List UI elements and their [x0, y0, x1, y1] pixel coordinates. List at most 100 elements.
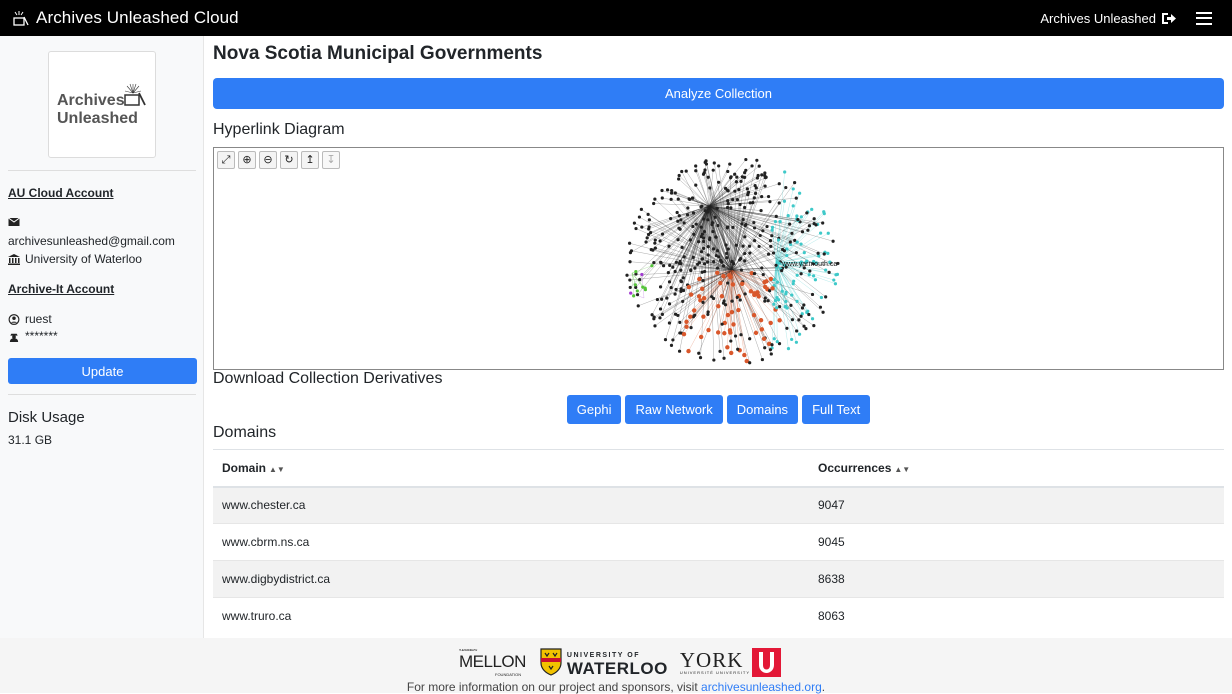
graph-node[interactable] — [668, 321, 671, 324]
graph-node[interactable] — [726, 199, 729, 202]
graph-node[interactable] — [755, 186, 758, 189]
graph-node[interactable] — [689, 292, 693, 296]
graph-node[interactable] — [759, 209, 762, 212]
graph-node[interactable] — [646, 236, 649, 239]
graph-node[interactable] — [803, 251, 806, 254]
graph-node[interactable] — [736, 348, 739, 351]
graph-node[interactable] — [744, 223, 747, 226]
graph-node[interactable] — [708, 236, 711, 239]
graph-node[interactable] — [743, 235, 746, 238]
graph-node[interactable] — [742, 353, 746, 357]
graph-node[interactable] — [776, 340, 779, 343]
graph-node[interactable] — [670, 286, 673, 289]
graph-node[interactable] — [688, 314, 692, 318]
graph-node[interactable] — [697, 294, 701, 298]
graph-node[interactable] — [671, 266, 674, 269]
graph-node[interactable] — [780, 269, 783, 272]
graph-node[interactable] — [702, 217, 705, 220]
graph-node[interactable] — [629, 286, 632, 289]
graph-node[interactable] — [805, 211, 808, 214]
graph-node[interactable] — [702, 173, 705, 176]
graph-node[interactable] — [702, 247, 705, 250]
graph-node[interactable] — [661, 196, 664, 199]
graph-node[interactable] — [693, 314, 696, 317]
graph-node[interactable] — [717, 255, 720, 258]
graph-node[interactable] — [788, 222, 791, 225]
graph-node[interactable] — [628, 278, 631, 281]
graph-node[interactable] — [768, 289, 771, 292]
graph-node[interactable] — [682, 276, 685, 279]
graph-node[interactable] — [677, 197, 680, 200]
graph-node[interactable] — [740, 268, 743, 271]
graph-node[interactable] — [703, 262, 706, 265]
graph-node[interactable] — [738, 258, 741, 261]
graph-node[interactable] — [812, 274, 815, 277]
graph-node[interactable] — [813, 217, 816, 220]
graph-node[interactable] — [670, 191, 673, 194]
brand-link[interactable]: Archives Unleashed Cloud — [12, 8, 239, 28]
graph-node[interactable] — [757, 294, 761, 298]
graph-node[interactable] — [680, 280, 683, 283]
graph-node[interactable] — [692, 308, 696, 312]
graph-node[interactable] — [644, 288, 647, 291]
graph-node[interactable] — [634, 227, 637, 230]
graph-node[interactable] — [716, 330, 720, 334]
graph-node[interactable] — [728, 162, 731, 165]
graph-node[interactable] — [702, 240, 705, 243]
graph-node[interactable] — [666, 188, 669, 191]
graph-node[interactable] — [684, 325, 688, 329]
graph-node[interactable] — [668, 280, 671, 283]
graph-node[interactable] — [823, 252, 826, 255]
zoom-in-icon[interactable]: ⊕ — [238, 151, 256, 169]
graph-node[interactable] — [797, 318, 800, 321]
graph-node[interactable] — [700, 226, 703, 229]
graph-node[interactable] — [689, 326, 692, 329]
graph-node[interactable] — [706, 328, 710, 332]
graph-node[interactable] — [785, 291, 788, 294]
graph-node[interactable] — [667, 271, 670, 274]
graph-node[interactable] — [735, 180, 738, 183]
graph-node[interactable] — [724, 243, 727, 246]
graph-node[interactable] — [677, 177, 680, 180]
graph-node[interactable] — [669, 217, 672, 220]
graph-node[interactable] — [802, 325, 805, 328]
graph-node[interactable] — [752, 313, 756, 317]
graph-node[interactable] — [667, 245, 670, 248]
graph-node[interactable] — [733, 173, 736, 176]
graph-node[interactable] — [716, 249, 719, 252]
graph-node[interactable] — [633, 222, 636, 225]
graph-node[interactable] — [810, 208, 813, 211]
graph-node[interactable] — [725, 256, 728, 259]
graph-node[interactable] — [636, 289, 639, 292]
graph-node[interactable] — [800, 215, 803, 218]
graph-node[interactable] — [821, 221, 824, 224]
graph-node[interactable] — [724, 303, 727, 306]
graph-node[interactable] — [701, 279, 704, 282]
graph-node[interactable] — [758, 245, 761, 248]
graph-node[interactable] — [716, 224, 719, 227]
graph-node[interactable] — [785, 254, 788, 257]
graph-node[interactable] — [743, 252, 746, 255]
graph-node[interactable] — [814, 278, 817, 281]
graph-node[interactable] — [792, 187, 795, 190]
graph-node[interactable] — [790, 293, 793, 296]
graph-node[interactable] — [740, 282, 744, 286]
graph-node[interactable] — [777, 238, 780, 241]
graph-node[interactable] — [668, 264, 671, 267]
graph-node[interactable] — [729, 351, 733, 355]
graph-node[interactable] — [665, 296, 668, 299]
graph-node[interactable] — [769, 239, 772, 242]
graph-node[interactable] — [653, 198, 656, 201]
graph-node[interactable] — [770, 286, 774, 290]
graph-node[interactable] — [824, 268, 827, 271]
graph-node[interactable] — [798, 333, 801, 336]
graph-node[interactable] — [799, 315, 802, 318]
graph-node[interactable] — [802, 303, 805, 306]
graph-node[interactable] — [814, 223, 817, 226]
graph-node[interactable] — [693, 267, 696, 270]
graph-node[interactable] — [678, 174, 681, 177]
graph-node[interactable] — [707, 253, 710, 256]
graph-node[interactable] — [683, 255, 686, 258]
graph-node[interactable] — [778, 220, 781, 223]
graph-node[interactable] — [701, 301, 704, 304]
